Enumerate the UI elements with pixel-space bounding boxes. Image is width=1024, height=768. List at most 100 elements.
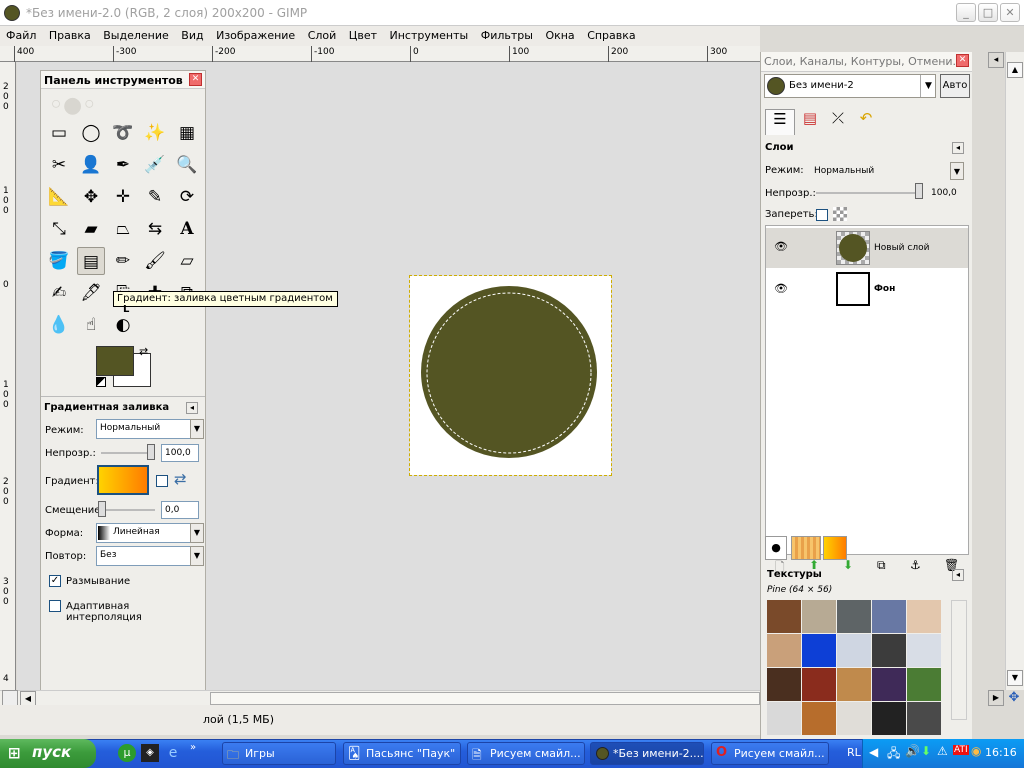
align-icon[interactable]: ✛	[109, 183, 137, 211]
texture-swatch[interactable]	[907, 702, 941, 735]
offset-slider-handle[interactable]	[98, 501, 106, 517]
scroll-up-icon[interactable]: ▲	[1007, 62, 1023, 78]
tray-arrow-icon[interactable]: ◀	[869, 745, 878, 759]
volume-icon[interactable]: 🔊	[905, 744, 920, 758]
menu-tools[interactable]: Инструменты	[384, 26, 472, 42]
rotate-icon[interactable]: ⟳	[173, 183, 201, 211]
menu-file[interactable]: Файл	[0, 26, 39, 42]
layers-menu-icon[interactable]: ◂	[952, 142, 964, 154]
texture-swatch[interactable]	[872, 600, 906, 633]
hscroll-right-icon[interactable]: ▶	[988, 690, 1004, 706]
repeat-dropdown-icon[interactable]: ▼	[190, 546, 204, 566]
utorrent-icon[interactable]: µ	[118, 744, 136, 762]
gradients-tab-icon[interactable]	[823, 536, 847, 560]
foreground-select-icon[interactable]: 👤	[77, 151, 105, 179]
airbrush-icon[interactable]: ✍	[45, 279, 73, 307]
task-gimp[interactable]: *Без имени-2....	[590, 742, 704, 765]
toolbox-close-button[interactable]: ✕	[189, 73, 202, 86]
menu-layer[interactable]: Слой	[302, 26, 340, 42]
texture-swatch[interactable]	[767, 668, 801, 701]
bucket-fill-icon[interactable]: 🪣	[45, 247, 73, 275]
lock-alpha-checkbox[interactable]	[816, 209, 828, 221]
mode-dropdown-icon[interactable]: ▼	[190, 419, 204, 439]
scissors-icon[interactable]: ✂	[45, 151, 73, 179]
layer-row[interactable]: 👁 Фон	[766, 270, 968, 310]
layers-mode-dropdown-icon[interactable]: ▼	[950, 162, 964, 180]
shape-select[interactable]: Линейная	[96, 523, 191, 543]
gradient-preview[interactable]	[97, 465, 149, 495]
color-picker-icon[interactable]: 💉	[141, 151, 169, 179]
language-indicator[interactable]: RL	[847, 746, 861, 759]
canvas-vertical-scrollbar[interactable]: ▲ ▼	[1005, 52, 1024, 690]
channels-tab-icon[interactable]: ▤	[796, 109, 824, 135]
menu-edit[interactable]: Правка	[43, 26, 94, 42]
fuzzy-select-icon[interactable]: ✨	[141, 119, 169, 147]
scroll-left-icon[interactable]: ◀	[20, 691, 36, 706]
texture-swatch[interactable]	[802, 668, 836, 701]
offset-input[interactable]: 0,0	[161, 501, 199, 519]
app-tray-icon[interactable]: ◉	[971, 744, 981, 758]
textures-scrollbar[interactable]	[951, 600, 967, 720]
default-colors-icon[interactable]	[96, 377, 106, 387]
minimize-button[interactable]: _	[956, 3, 976, 22]
ellipse-select-icon[interactable]: ◯	[77, 119, 105, 147]
auto-button[interactable]: Авто	[940, 74, 970, 98]
start-button[interactable]: ⊞ пуск	[0, 739, 96, 768]
smudge-icon[interactable]: ☝	[77, 311, 105, 339]
task-word[interactable]: 🗎 Рисуем смайл...	[467, 742, 585, 765]
image-canvas[interactable]	[409, 275, 612, 476]
flip-icon[interactable]: ⇆	[141, 215, 169, 243]
layers-opacity-value[interactable]: 100,0	[931, 188, 957, 198]
dither-checkbox[interactable]: ✓	[49, 575, 61, 587]
security-icon[interactable]: ⚠	[937, 744, 948, 758]
color-select-icon[interactable]: ▦	[173, 119, 201, 147]
menu-filters[interactable]: Фильтры	[475, 26, 536, 42]
eraser-icon[interactable]: ▱	[173, 247, 201, 275]
text-tool-icon[interactable]: A	[173, 215, 201, 243]
texture-swatch[interactable]	[872, 702, 906, 735]
texture-swatch[interactable]	[907, 600, 941, 633]
reverse-gradient-checkbox[interactable]	[156, 475, 168, 487]
task-games[interactable]: 🗀 Игры	[222, 742, 336, 765]
canvas-horizontal-scrollbar[interactable]: ◀	[0, 690, 760, 706]
menu-image[interactable]: Изображение	[210, 26, 298, 42]
menu-help[interactable]: Справка	[581, 26, 638, 42]
close-button[interactable]: ✕	[1000, 3, 1020, 22]
texture-swatch[interactable]	[802, 634, 836, 667]
dodge-burn-icon[interactable]: ◐	[109, 311, 137, 339]
task-opera[interactable]: O Рисуем смайл...	[711, 742, 829, 765]
anchor-layer-icon[interactable]: ⚓	[910, 558, 921, 572]
network-icon[interactable]: 🖧	[887, 744, 900, 765]
dock-close-button[interactable]: ✕	[956, 54, 969, 67]
menu-select[interactable]: Выделение	[97, 26, 172, 42]
mode-select[interactable]: Нормальный	[96, 419, 191, 439]
app-quicklaunch-icon[interactable]: ◈	[141, 744, 159, 762]
shape-dropdown-icon[interactable]: ▼	[190, 523, 204, 543]
lower-layer-icon[interactable]: ⬇	[843, 558, 853, 572]
texture-swatch[interactable]	[767, 702, 801, 735]
texture-swatch[interactable]	[767, 634, 801, 667]
shear-icon[interactable]: ▰	[77, 215, 105, 243]
foreground-color-swatch[interactable]	[96, 346, 134, 376]
layers-opacity-track[interactable]	[816, 192, 920, 194]
rect-select-icon[interactable]: ▭	[45, 119, 73, 147]
menu-colors[interactable]: Цвет	[343, 26, 380, 42]
lasso-select-icon[interactable]: ➰	[109, 119, 137, 147]
menu-view[interactable]: Вид	[175, 26, 206, 42]
reverse-arrows-icon[interactable]: ⇄	[174, 470, 187, 488]
patterns-tab-icon[interactable]	[791, 536, 821, 560]
quickmask-toggle[interactable]	[2, 690, 18, 706]
undo-tab-icon[interactable]: ↶	[852, 109, 880, 135]
texture-swatch[interactable]	[837, 634, 871, 667]
navigate-icon[interactable]: ✥	[1006, 690, 1022, 706]
texture-swatch[interactable]	[907, 668, 941, 701]
pencil-icon[interactable]: ✏	[109, 247, 137, 275]
layers-mode-select[interactable]: Нормальный	[811, 163, 947, 181]
adaptive-checkbox[interactable]	[49, 600, 61, 612]
paths-icon[interactable]: ✒	[109, 151, 137, 179]
layer-row[interactable]: 👁 Новый слой	[766, 228, 968, 268]
crop-icon[interactable]: ✎	[141, 183, 169, 211]
layers-tab-icon[interactable]: ☰	[765, 109, 795, 135]
hscroll-thumb[interactable]	[210, 692, 760, 705]
texture-swatch[interactable]	[907, 634, 941, 667]
